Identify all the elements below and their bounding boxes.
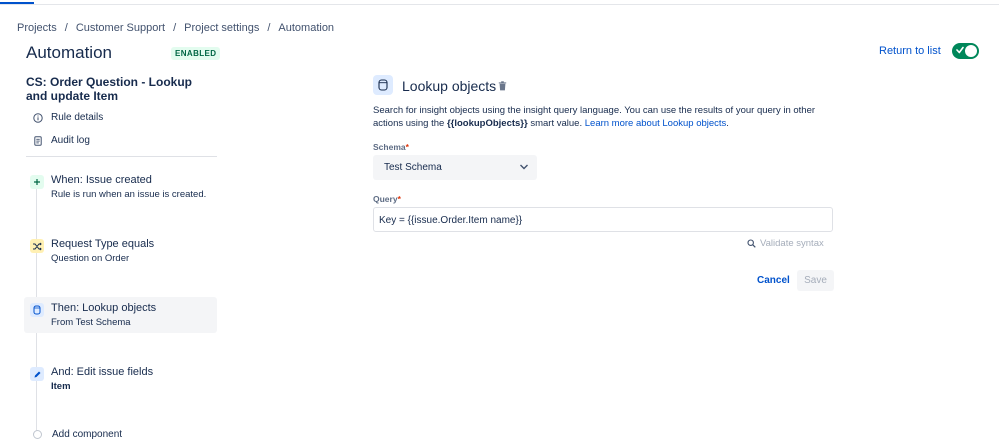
plus-icon [30,175,44,189]
sidebar-divider [26,156,217,157]
component-title: And: Edit issue fields [51,366,154,378]
panel-description: Search for insight objects using the ins… [373,105,816,129]
component-condition-request-type[interactable]: Request Type equals Question on Order [24,233,217,269]
breadcrumb-separator: / [267,22,271,34]
chevron-down-icon [520,164,528,170]
smart-value-name: {{lookupObjects}} [446,118,528,129]
check-icon [956,46,964,54]
return-to-list-link[interactable]: Return to list [879,45,941,57]
add-component-dot-icon [33,430,42,439]
component-trigger-issue-created[interactable]: When: Issue created Rule is run when an … [24,169,217,205]
schema-label: Schema* [373,142,409,152]
shuffle-icon [30,239,44,253]
component-subtitle: From Test Schema [51,317,131,328]
info-icon [33,112,43,123]
audit-log-label: Audit log [51,135,90,146]
document-icon [34,135,42,146]
rule-details-link[interactable]: Rule details [33,112,103,123]
component-title: When: Issue created [51,174,152,186]
cylinder-icon [30,303,44,317]
query-input-value: Key = {{issue.Order.Item name}} [379,215,523,226]
component-action-edit-issue-fields[interactable]: And: Edit issue fields Item [24,361,217,397]
query-label: Query* [373,194,401,204]
trash-icon[interactable] [498,81,507,91]
add-component-button[interactable]: Add component [33,429,122,440]
breadcrumb-automation[interactable]: Automation [278,22,334,34]
page-title: Automation [26,43,112,62]
top-nav-bar [0,0,999,5]
rule-details-label: Rule details [51,112,104,123]
breadcrumb-customer-support[interactable]: Customer Support [76,22,165,34]
component-subtitle: Item [51,381,71,392]
panel-title: Lookup objects [402,78,497,94]
query-input[interactable]: Key = {{issue.Order.Item name}} [373,207,833,232]
component-subtitle: Question on Order [51,253,130,264]
component-action-lookup-objects[interactable]: Then: Lookup objects From Test Schema [24,297,217,333]
status-badge: ENABLED [171,47,221,60]
search-icon [747,239,756,248]
breadcrumb-separator: / [64,22,68,34]
cylinder-icon [373,75,393,95]
rule-enabled-toggle[interactable] [952,43,979,59]
save-button[interactable]: Save [797,270,834,291]
rule-title: CS: Order Question - Lookup and update I… [26,75,193,103]
top-nav-active-indicator [0,2,34,4]
learn-more-link[interactable]: Learn more about Lookup objects [585,118,727,129]
breadcrumb: Projects / Customer Support / Project settin… [17,22,334,34]
cancel-button[interactable]: Cancel [749,270,798,291]
breadcrumb-projects[interactable]: Projects [17,22,57,34]
breadcrumb-project-settings[interactable]: Project settings [184,22,259,34]
audit-log-link[interactable]: Audit log [33,135,90,146]
breadcrumb-separator: / [173,22,177,34]
schema-select[interactable]: Test Schema [373,155,537,180]
validate-syntax-label: Validate syntax [760,238,824,249]
component-title: Request Type equals [51,238,155,250]
validate-syntax-button[interactable]: Validate syntax [747,238,824,249]
schema-select-value: Test Schema [384,162,442,173]
pencil-icon [30,367,44,381]
toggle-knob [965,45,977,57]
add-component-label: Add component [52,429,123,440]
component-title: Then: Lookup objects [51,302,157,314]
component-subtitle: Rule is run when an issue is created. [51,189,207,200]
